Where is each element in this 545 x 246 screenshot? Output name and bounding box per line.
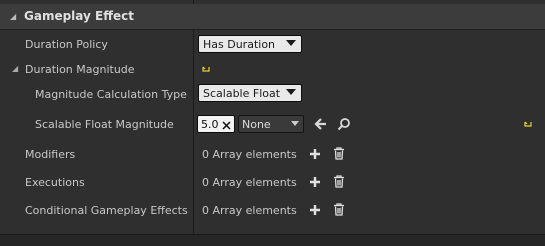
duration-policy-dropdown[interactable]: Has Duration xyxy=(198,35,302,53)
add-element-plus-icon[interactable] xyxy=(309,148,323,162)
curve-table-dropdown[interactable]: None xyxy=(238,115,304,133)
chevron-down-icon xyxy=(286,89,296,95)
magnitude-calc-type-label: Magnitude Calculation Type xyxy=(35,88,187,101)
modifiers-label: Modifiers xyxy=(25,148,76,161)
duration-magnitude-row: ◢ Duration Magnitude xyxy=(0,55,545,83)
conditional-effects-row: Conditional Gameplay Effects 0 Array ele… xyxy=(0,196,545,224)
drag-grip-icon xyxy=(222,120,231,133)
executions-row: Executions 0 Array elements xyxy=(0,168,545,196)
reset-to-default-icon[interactable] xyxy=(202,66,210,72)
magnitude-calc-type-row: Magnitude Calculation Type Scalable Floa… xyxy=(0,80,545,108)
modifiers-row: Modifiers 0 Array elements xyxy=(0,140,545,168)
conditional-effects-label: Conditional Gameplay Effects xyxy=(25,204,188,217)
section-header[interactable]: ◢ Gameplay Effect xyxy=(0,4,545,30)
chevron-down-icon xyxy=(291,121,299,126)
scalable-float-label: Scalable Float Magnitude xyxy=(35,118,174,131)
conditional-effects-count: 0 Array elements xyxy=(202,204,297,217)
magnitude-calc-type-dropdown[interactable]: Scalable Float xyxy=(198,84,302,102)
chevron-down-icon xyxy=(286,40,296,46)
collapse-arrow-icon[interactable]: ◢ xyxy=(10,12,16,21)
expand-arrow-icon[interactable]: ◢ xyxy=(12,64,18,73)
reset-to-default-icon[interactable] xyxy=(524,121,532,127)
duration-policy-label: Duration Policy xyxy=(25,38,108,51)
executions-count: 0 Array elements xyxy=(202,176,297,189)
scalable-float-value-input[interactable]: 5.0 xyxy=(197,115,235,133)
panel-footer xyxy=(0,234,545,246)
add-element-plus-icon[interactable] xyxy=(309,204,323,218)
browse-search-icon[interactable] xyxy=(337,117,351,131)
duration-policy-row: Duration Policy Has Duration xyxy=(0,30,545,58)
magnitude-calc-type-value: Scalable Float xyxy=(203,87,281,100)
duration-magnitude-label: Duration Magnitude xyxy=(25,63,135,76)
duration-policy-value: Has Duration xyxy=(203,38,276,51)
scalable-float-row: Scalable Float Magnitude 5.0 None xyxy=(0,110,545,138)
add-element-plus-icon[interactable] xyxy=(309,176,323,190)
scalable-float-value: 5.0 xyxy=(201,118,219,131)
trash-icon[interactable] xyxy=(333,203,347,217)
section-title: Gameplay Effect xyxy=(24,9,134,23)
use-selected-arrow-icon[interactable] xyxy=(314,117,328,131)
curve-table-value: None xyxy=(242,118,271,131)
executions-label: Executions xyxy=(25,176,85,189)
modifiers-count: 0 Array elements xyxy=(202,148,297,161)
trash-icon[interactable] xyxy=(333,147,347,161)
trash-icon[interactable] xyxy=(333,175,347,189)
